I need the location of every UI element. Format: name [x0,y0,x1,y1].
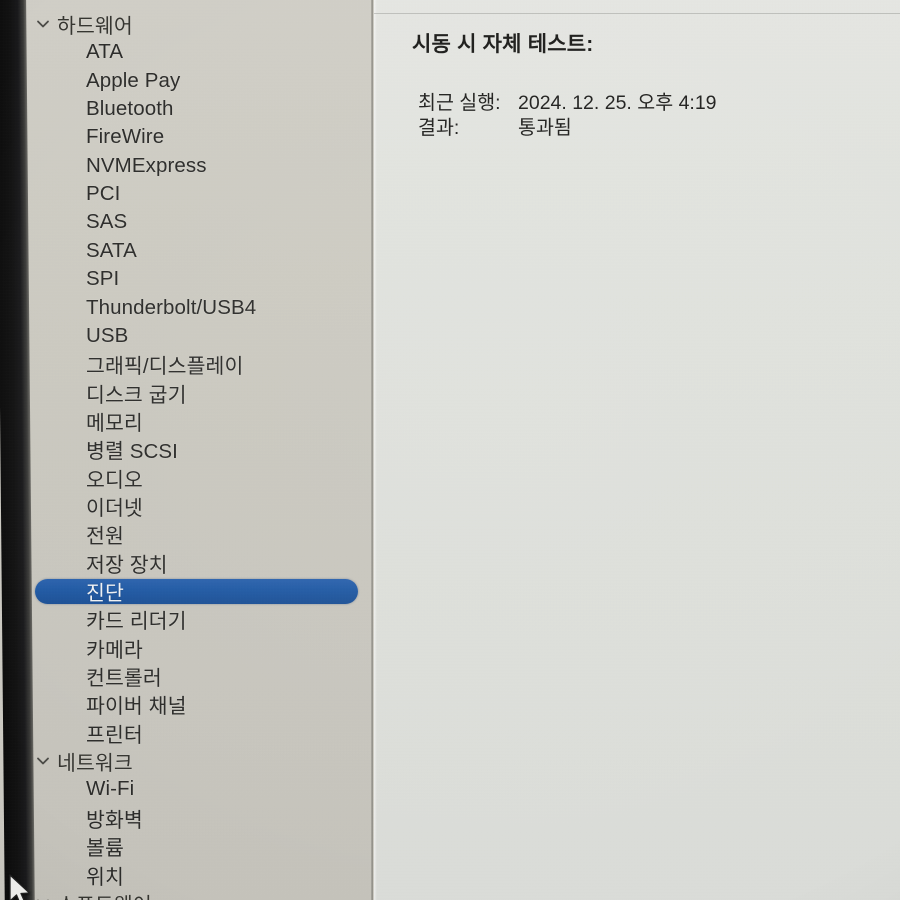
sidebar-item-label: SAS [86,210,128,234]
sidebar-item-label: 프린터 [86,723,143,747]
sidebar-item-spi[interactable]: SPI [22,265,373,293]
sidebar-item-bluetooth[interactable]: Bluetooth [22,95,373,123]
sidebar-item-label: Wi-Fi [86,777,135,801]
sidebar-group-label: 소프트웨어 [57,888,152,900]
sidebar-item-label: 병렬 SCSI [86,440,178,464]
sidebar-item-컨트롤러[interactable]: 컨트롤러 [22,662,373,690]
sidebar-item-label: Bluetooth [86,97,174,121]
sidebar-item-label: 오디오 [86,468,143,492]
sidebar-item-label: 위치 [86,865,124,889]
sidebar-item-label: Apple Pay [86,68,181,92]
sidebar-item-label: 메모리 [86,411,143,435]
sidebar-item-label: 디스크 굽기 [86,383,187,407]
detail-row: 결과: 통과됨 [418,111,572,140]
detail-panel: 시동 시 자체 테스트: 최근 실행: 2024. 12. 25. 오후 4:1… [374,0,900,900]
sidebar-item-label: 그래픽/디스플레이 [86,355,244,379]
sidebar-item-label: 컨트롤러 [86,667,162,691]
sidebar-item-label: PCI [86,182,121,206]
sidebar-item-프린터[interactable]: 프린터 [22,719,373,747]
sidebar-group-1[interactable]: 하드웨어 [22,10,373,38]
panel-top-seam [374,13,900,14]
sidebar-item-이더넷[interactable]: 이더넷 [22,492,373,520]
selection-highlight [35,579,358,604]
sidebar-item-sata[interactable]: SATA [22,237,373,265]
chevron-down-icon[interactable] [35,753,51,769]
sidebar-item-그래픽-디스플레이[interactable]: 그래픽/디스플레이 [22,350,373,378]
chevron-down-icon[interactable] [35,895,51,900]
sidebar-item-usb[interactable]: USB [22,322,373,350]
section-heading: 시동 시 자체 테스트: [412,33,594,56]
sidebar-item-디스크-굽기[interactable]: 디스크 굽기 [22,379,373,407]
sidebar-item-label: NVMExpress [86,153,207,177]
sidebar-item-label: 볼륨 [86,837,124,861]
sidebar-item-label: ATA [86,40,124,64]
sidebar-item-label: 카드 리더기 [86,610,187,634]
sidebar-item-label: 카메라 [86,638,143,662]
sidebar-item-pci[interactable]: PCI [22,180,373,208]
sidebar-item-메모리[interactable]: 메모리 [22,407,373,435]
sidebar-item-thunderbolt-usb4[interactable]: Thunderbolt/USB4 [22,294,373,322]
sidebar-item-병렬-scsi[interactable]: 병렬 SCSI [22,435,373,463]
sidebar-item-label: 방화벽 [86,808,143,832]
sidebar-item-전원[interactable]: 전원 [22,520,373,548]
sidebar-list[interactable]: 하드웨어 ATA Apple Pay Bluetooth FireWire NVMExpr… [22,0,373,900]
sidebar-item-label: 진단 [86,582,124,605]
sidebar-item-label: SPI [86,267,120,291]
sidebar-item-label: USB [86,323,129,347]
sidebar-item-ata[interactable]: ATA [22,38,373,66]
sidebar-item-진단[interactable]: 진단 [22,577,373,605]
detail-value-result: 통과됨 [518,117,572,139]
chevron-down-icon[interactable] [35,16,51,32]
sidebar-item-nvmexpress[interactable]: NVMExpress [22,152,373,180]
sidebar-item-label: FireWire [86,125,165,149]
sidebar-item-wi-fi[interactable]: Wi-Fi [22,775,373,803]
detail-label-result: 결과: [418,117,460,139]
sidebar-group-label: 하드웨어 [57,15,133,38]
sidebar-item-오디오[interactable]: 오디오 [22,464,373,492]
sidebar-group-3[interactable]: 소프트웨어 [22,889,373,900]
sidebar-item-firewire[interactable]: FireWire [22,123,373,151]
sidebar-item-위치[interactable]: 위치 [22,861,373,889]
sidebar-item-label: 저장 장치 [86,553,168,577]
sidebar-item-저장-장치[interactable]: 저장 장치 [22,549,373,577]
sidebar-item-볼륨[interactable]: 볼륨 [22,832,373,860]
sidebar-item-label: SATA [86,238,137,262]
sidebar-item-label: 파이버 채널 [86,695,187,719]
sidebar-item-label: 이더넷 [86,496,143,520]
sidebar-item-apple-pay[interactable]: Apple Pay [22,67,373,95]
sidebar-item-label: Thunderbolt/USB4 [86,295,257,319]
sidebar-item-sas[interactable]: SAS [22,208,373,236]
sidebar-group-2[interactable]: 네트워크 [22,747,373,775]
sidebar-item-label: 전원 [86,525,124,549]
sidebar-group-label: 네트워크 [57,752,133,776]
system-information-window: 시동 시 자체 테스트: 최근 실행: 2024. 12. 25. 오후 4:1… [0,0,900,900]
sidebar-item-카메라[interactable]: 카메라 [22,634,373,662]
sidebar-item-파이버-채널[interactable]: 파이버 채널 [22,690,373,718]
sidebar-item-방화벽[interactable]: 방화벽 [22,804,373,832]
sidebar-item-카드-리더기[interactable]: 카드 리더기 [22,605,373,633]
arrow-pointer-icon [9,874,31,900]
